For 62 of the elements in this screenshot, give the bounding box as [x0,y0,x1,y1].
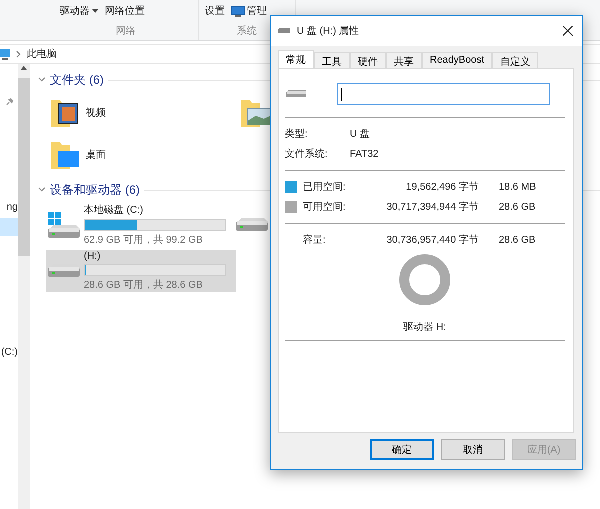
ribbon-group-label: 网络 [116,25,136,38]
drive-space: 28.6 GB 可用，共 28.6 GB [84,278,204,292]
disk-usage-donut-drawing [399,254,451,306]
byte-count: 30,736,957,440 字节 [386,234,479,247]
drive-icon [48,264,80,278]
ribbon-button[interactable]: 驱动器 [60,4,99,18]
pin-icon [6,98,14,106]
monitor-icon [231,6,245,16]
breadcrumb-item[interactable]: 此电脑 [27,47,57,61]
section-header[interactable]: 文件夹 (6) [50,72,104,88]
system-drive-icon [48,212,80,238]
chevron-down-icon[interactable] [38,77,46,83]
ribbon-button[interactable]: 设置 [205,4,225,18]
byte-count: 30,717,394,944 字节 [386,200,479,214]
nav-item[interactable]: ng [0,200,18,215]
property-value: FAT32 [350,148,380,160]
folder-label[interactable]: 桌面 [86,148,106,162]
drive-name-field[interactable] [337,83,550,105]
ribbon-button[interactable]: 管理 [231,4,267,18]
usb-drive-icon [285,89,307,99]
close-icon [563,26,573,36]
drive-icon [236,218,268,232]
drive-tile[interactable]: (H:) 28.6 GB 可用，共 28.6 GB [46,250,236,292]
drive-tile[interactable]: 本地磁盘 (C:) 62.9 GB 可用，共 99.2 GB [46,204,236,246]
chevron-right-icon [16,50,21,58]
property-label: 类型: [285,128,309,141]
folder-label[interactable]: 视频 [86,106,106,120]
tab[interactable]: ReadyBoost [422,52,492,68]
tab[interactable]: 常规 [278,50,314,68]
property-value: U 盘 [350,128,371,141]
drive-space: 62.9 GB 可用，共 99.2 GB [84,234,204,247]
dialog-title: U 盘 (H:) 属性 [297,24,360,38]
size-value: 18.6 MB [498,182,538,192]
computer-icon [0,48,10,60]
size-value: 28.6 GB [498,202,537,212]
space-label: 已用空间: [303,180,347,194]
scrollbar-thumb[interactable] [18,78,30,256]
ribbon-group-label: 系统 [237,24,257,38]
desktop-folder-icon [50,139,80,171]
video-folder-icon [50,97,80,129]
tab[interactable]: 硬件 [350,52,386,68]
section-header[interactable]: 设备和驱动器 (6) [50,182,140,198]
space-label: 可用空间: [303,200,347,214]
nav-item[interactable]: (C:) [0,345,18,360]
capacity-label: 容量: [303,234,327,247]
dialog-button[interactable]: 取消 [441,439,505,460]
caret-icon [92,9,99,13]
tab[interactable]: 工具 [314,52,350,68]
size-value: 28.6 GB [498,234,537,246]
scroll-up-icon[interactable] [21,66,27,70]
drive-label: 驱动器 H: [404,321,446,334]
tab[interactable]: 共享 [386,52,422,68]
drive-tile[interactable] [236,218,268,232]
drive-name: (H:) [84,250,102,262]
dialog-button[interactable]: 确定 [370,439,434,460]
usb-drive-icon [277,28,291,34]
tab[interactable]: 自定义 [492,52,538,68]
byte-count: 19,562,496 字节 [405,180,479,194]
ribbon-button[interactable]: 网络位置 [105,4,145,18]
property-label: 文件系统: [285,148,329,161]
chevron-down-icon[interactable] [38,187,46,193]
drive-name: 本地磁盘 (C:) [84,204,144,217]
